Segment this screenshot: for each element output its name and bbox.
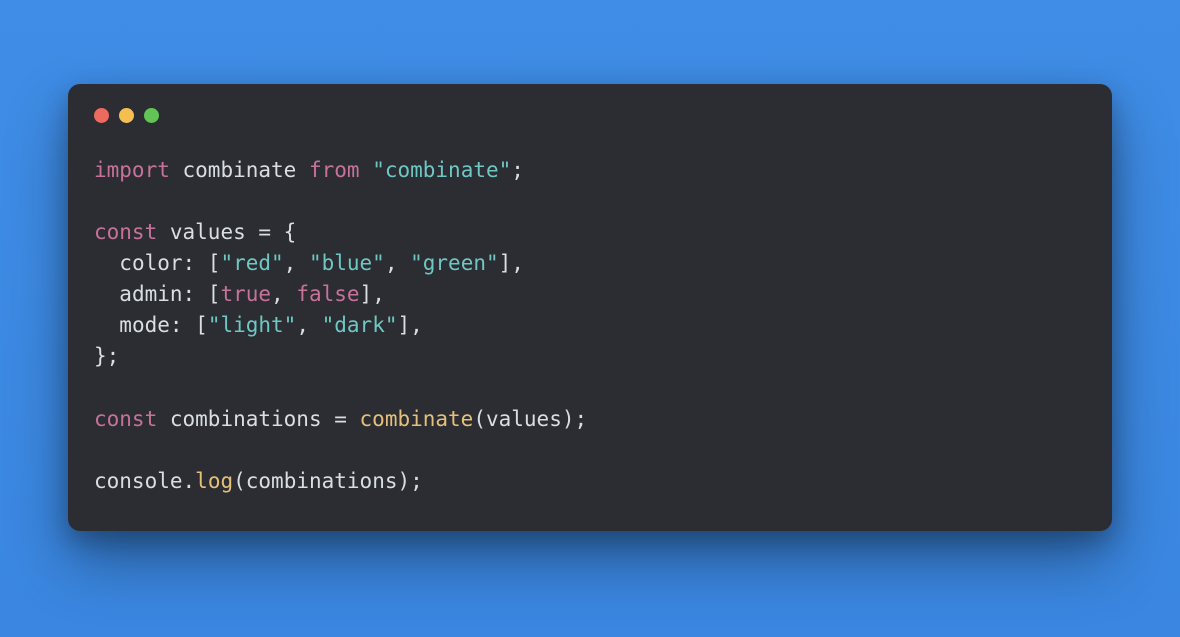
punct-eq-open: = { <box>246 220 297 244</box>
punct-open: [ <box>183 313 208 337</box>
punct-paren-open: ( <box>473 407 486 431</box>
punct-close: ], <box>360 282 385 306</box>
str-green: "green" <box>410 251 499 275</box>
punct-dot: . <box>183 469 196 493</box>
punct-semi: ; <box>511 158 524 182</box>
punct-open: [ <box>195 282 220 306</box>
arg-combinations: combinations <box>246 469 398 493</box>
str-dark: "dark" <box>322 313 398 337</box>
punct-paren-open: ( <box>233 469 246 493</box>
punct-comma: , <box>296 313 321 337</box>
close-icon[interactable] <box>94 108 109 123</box>
str-red: "red" <box>220 251 283 275</box>
kw-import: import <box>94 158 170 182</box>
id-combinations: combinations <box>170 407 322 431</box>
window-traffic-lights <box>94 108 1086 123</box>
indent <box>94 251 119 275</box>
arg-values: values <box>486 407 562 431</box>
kw-from: from <box>309 158 360 182</box>
code-block: import combinate from "combinate"; const… <box>94 155 1086 497</box>
minimize-icon[interactable] <box>119 108 134 123</box>
str-module: "combinate" <box>372 158 511 182</box>
indent <box>94 313 119 337</box>
obj-console: console <box>94 469 183 493</box>
stage: import combinate from "combinate"; const… <box>0 0 1180 637</box>
indent <box>94 282 119 306</box>
punct-paren-close: ); <box>397 469 422 493</box>
kw-const: const <box>94 407 157 431</box>
punct-close: ], <box>397 313 422 337</box>
str-blue: "blue" <box>309 251 385 275</box>
punct-eq: = <box>322 407 360 431</box>
punct-comma: , <box>284 251 309 275</box>
str-light: "light" <box>208 313 297 337</box>
zoom-icon[interactable] <box>144 108 159 123</box>
punct-paren-close: ); <box>562 407 587 431</box>
key-admin: admin: <box>119 282 195 306</box>
punct-close: ], <box>499 251 524 275</box>
key-mode: mode: <box>119 313 182 337</box>
bool-false: false <box>296 282 359 306</box>
punct-obj-close: }; <box>94 344 119 368</box>
id-values: values <box>170 220 246 244</box>
punct-comma: , <box>385 251 410 275</box>
fn-log: log <box>195 469 233 493</box>
code-window: import combinate from "combinate"; const… <box>68 84 1112 531</box>
key-color: color: <box>119 251 195 275</box>
fn-combinate: combinate <box>360 407 474 431</box>
punct-comma: , <box>271 282 296 306</box>
kw-const: const <box>94 220 157 244</box>
id-combinate: combinate <box>183 158 297 182</box>
bool-true: true <box>220 282 271 306</box>
punct-open: [ <box>195 251 220 275</box>
